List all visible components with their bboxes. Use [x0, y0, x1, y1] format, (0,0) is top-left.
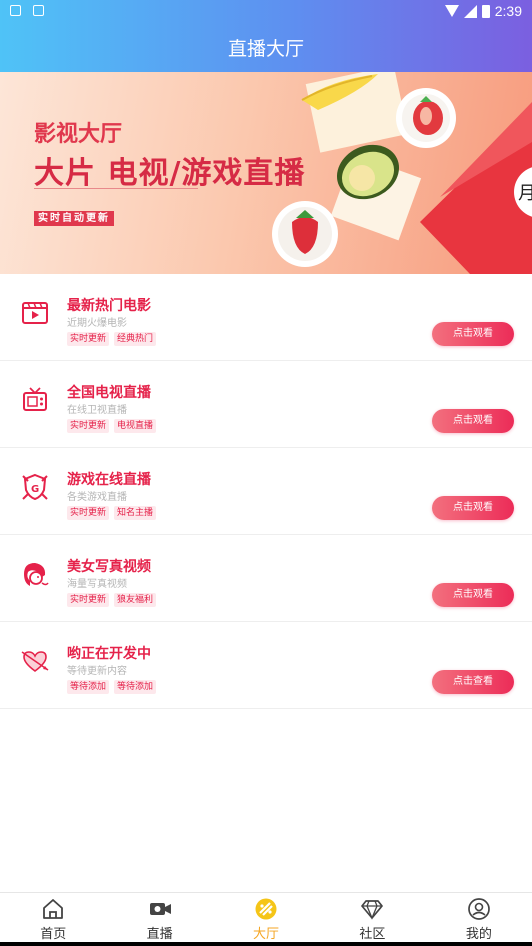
category-list: 最新热门电影 近期火爆电影 实时更新 经典热门 点击观看 全国电视直播 在线卫视… [0, 274, 532, 709]
game-shield-icon: G [22, 473, 48, 501]
status-time: 2:39 [494, 3, 522, 19]
signal-icon [463, 4, 477, 18]
image-notification-icon [33, 5, 44, 16]
tab-live[interactable]: 直播 [106, 893, 212, 946]
watch-button[interactable]: 点击观看 [432, 496, 514, 520]
banner-divider [34, 188, 198, 189]
item-description: 在线卫视直播 [67, 405, 127, 416]
tab-label: 直播 [146, 927, 173, 942]
item-tag: 实时更新 [67, 506, 110, 520]
hall-icon [255, 898, 277, 920]
item-description: 海量写真视频 [67, 579, 127, 590]
tab-label: 首页 [40, 927, 67, 942]
wifi-icon [444, 5, 459, 17]
battery-icon [481, 4, 490, 18]
svg-text:月: 月 [518, 183, 532, 204]
item-description: 各类游戏直播 [67, 492, 127, 503]
status-bar: 2:39 [0, 0, 532, 24]
item-tag: 实时更新 [67, 419, 110, 433]
promo-banner[interactable]: 月 影视大厅 大片 电视/游戏直播 实时自动更新 [0, 72, 532, 274]
watch-button[interactable]: 点击观看 [432, 322, 514, 346]
tab-mine[interactable]: 我的 [426, 893, 532, 946]
watch-button[interactable]: 点击观看 [432, 583, 514, 607]
item-tag: 等待添加 [67, 680, 110, 694]
item-tag: 实时更新 [67, 332, 110, 346]
item-title: 最新热门电影 [67, 298, 151, 314]
item-tag: 狼友福利 [114, 593, 157, 607]
list-item[interactable]: G 游戏在线直播 各类游戏直播 实时更新 知名主播 点击观看 [0, 448, 532, 535]
item-tag: 经典热门 [114, 332, 157, 346]
list-item[interactable]: 哟正在开发中 等待更新内容 等待添加 等待添加 点击查看 [0, 622, 532, 709]
view-button[interactable]: 点击查看 [432, 670, 514, 694]
tab-hall[interactable]: 大厅 [213, 893, 319, 946]
item-description: 等待更新内容 [67, 666, 127, 677]
tab-home[interactable]: 首页 [0, 893, 106, 946]
item-title: 哟正在开发中 [67, 646, 151, 662]
svg-text:G: G [31, 484, 39, 495]
diamond-icon [361, 900, 384, 920]
app-header: 2:39 直播大厅 [0, 0, 532, 72]
tv-icon [23, 387, 47, 411]
home-icon [43, 899, 64, 919]
banner-headline: 大片 电视/游戏直播 [34, 156, 306, 191]
watch-button[interactable]: 点击观看 [432, 409, 514, 433]
item-tag: 实时更新 [67, 593, 110, 607]
item-description: 近期火爆电影 [67, 318, 127, 329]
woman-icon [24, 563, 49, 586]
banner-tag: 实时自动更新 [34, 211, 114, 226]
tab-label: 大厅 [253, 927, 280, 942]
heart-arrow-icon [21, 651, 49, 672]
item-title: 全国电视直播 [67, 385, 151, 401]
tab-label: 我的 [465, 927, 492, 942]
tab-community[interactable]: 社区 [319, 893, 425, 946]
bottom-tab-bar: 首页 直播 大厅 社区 我的 [0, 892, 532, 946]
notification-icon [10, 5, 21, 16]
banner-subtitle: 影视大厅 [34, 122, 123, 147]
list-item[interactable]: 全国电视直播 在线卫视直播 实时更新 电视直播 点击观看 [0, 361, 532, 448]
item-title: 游戏在线直播 [67, 472, 151, 488]
film-icon [22, 302, 48, 324]
item-title: 美女写真视频 [67, 559, 151, 575]
item-tag: 电视直播 [114, 419, 157, 433]
list-item[interactable]: 美女写真视频 海量写真视频 实时更新 狼友福利 点击观看 [0, 535, 532, 622]
list-item[interactable]: 最新热门电影 近期火爆电影 实时更新 经典热门 点击观看 [0, 274, 532, 361]
page-title: 直播大厅 [227, 38, 304, 60]
item-tag: 知名主播 [114, 506, 157, 520]
item-tag: 等待添加 [114, 680, 157, 694]
tab-label: 社区 [359, 927, 386, 942]
system-nav-strip [0, 942, 532, 946]
profile-icon [467, 898, 490, 920]
video-camera-icon [149, 903, 171, 915]
